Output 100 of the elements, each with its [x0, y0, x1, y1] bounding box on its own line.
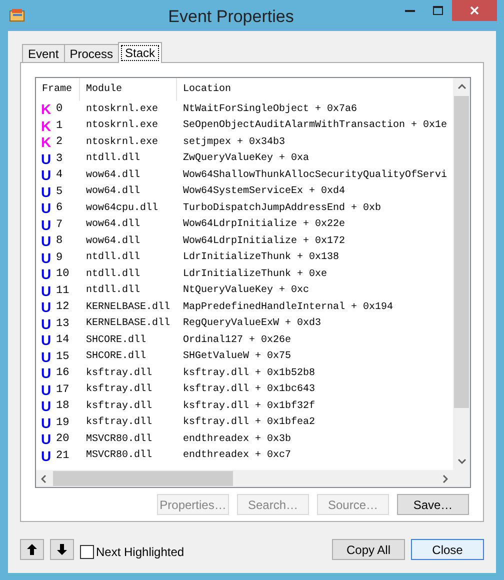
panel-button[interactable]: Save… — [397, 494, 469, 515]
module-cell: ntdll.dll — [86, 285, 140, 296]
frame-number: 9 — [56, 250, 63, 266]
location-cell: NtWaitForSingleObject + 0x7a6 — [183, 104, 358, 115]
location-cell: endthreadex + 0xc7 — [183, 450, 292, 462]
mode-letter: U — [41, 416, 52, 430]
mode-letter: K — [41, 102, 52, 116]
frame-number: 6 — [56, 201, 63, 216]
scroll-left-icon[interactable] — [41, 474, 46, 482]
scrollbar-thumb[interactable] — [53, 471, 233, 486]
frame-number: 16 — [56, 366, 70, 381]
close-button[interactable] — [452, 0, 497, 21]
location-cell: Wow64LdrpInitialize + 0x22e — [183, 219, 346, 230]
frame-number: 2 — [56, 135, 63, 150]
module-cell: SHCORE.dll — [86, 334, 146, 346]
location-cell: ksftray.dll + 0x1bf32f — [183, 400, 316, 412]
location-cell: Wow64ShallowThunkAllocSecurityQualityOfServi — [183, 170, 448, 181]
module-cell: SHCORE.dll — [86, 351, 146, 362]
module-cell: ksftray.dll — [86, 417, 152, 428]
mode-letter: U — [41, 168, 52, 182]
location-cell: SeOpenObjectAuditAlarmWithTransaction + 0x1e — [183, 120, 448, 132]
down-arrow-icon — [57, 544, 67, 555]
close-icon — [470, 6, 479, 15]
frame-number: 1 — [56, 118, 63, 134]
column-header[interactable]: Location — [177, 78, 453, 101]
frame-number: 4 — [56, 168, 63, 183]
checkbox[interactable] — [80, 545, 94, 559]
location-cell: RegQueryValueExW + 0xd3 — [183, 318, 322, 330]
module-cell: ntdll.dll — [86, 153, 140, 164]
minimize-icon — [405, 10, 415, 12]
frame-number: 11 — [56, 284, 70, 298]
column-header[interactable]: Module — [80, 78, 177, 101]
mode-letter: U — [41, 184, 52, 199]
location-cell: LdrInitializeThunk + 0x138 — [183, 252, 340, 264]
module-cell: ntdll.dll — [86, 252, 140, 264]
dialog-button[interactable]: Close — [411, 539, 484, 560]
scroll-down-icon[interactable] — [458, 459, 466, 464]
mode-letter: U — [41, 333, 52, 348]
mode-letter: U — [41, 448, 52, 463]
location-cell: Wow64SystemServiceEx + 0xd4 — [183, 186, 346, 198]
frame-number: 15 — [56, 350, 70, 364]
move-down-button[interactable] — [50, 539, 74, 560]
module-cell: ntoskrnl.exe — [86, 104, 158, 115]
dialog-button[interactable]: Copy All — [332, 539, 405, 560]
mode-letter: U — [41, 201, 52, 216]
mode-letter: U — [41, 382, 52, 397]
location-cell: ZwQueryValueKey + 0xa — [183, 153, 310, 164]
frame-number: 14 — [56, 333, 70, 348]
frame-number: 17 — [56, 382, 70, 398]
mode-letter: K — [41, 135, 52, 150]
horizontal-scrollbar[interactable] — [36, 470, 453, 487]
move-up-button[interactable] — [20, 539, 44, 560]
module-cell: ntoskrnl.exe — [86, 120, 158, 132]
location-cell: setjmpex + 0x34b3 — [183, 136, 286, 148]
location-cell: MapPredefinedHandleInternal + 0x194 — [183, 302, 394, 313]
frame-number: 13 — [56, 316, 70, 332]
mode-letter: U — [41, 218, 52, 232]
mode-letter: U — [41, 316, 52, 331]
up-arrow-icon — [27, 544, 37, 555]
tab[interactable]: Event — [22, 44, 65, 62]
module-cell: MSVCR80.dll — [86, 434, 152, 445]
location-cell: SHGetValueW + 0x75 — [183, 351, 292, 362]
tab[interactable]: Process — [64, 44, 120, 62]
module-cell: wow64.dll — [86, 170, 140, 181]
location-cell: TurboDispatchJumpAddressEnd + 0xb — [183, 202, 382, 214]
vertical-scrollbar[interactable] — [453, 78, 470, 470]
location-cell: Ordinal127 + 0x26e — [183, 334, 292, 346]
frame-number: 21 — [56, 448, 70, 464]
mode-letter: U — [41, 300, 52, 314]
column-header[interactable]: Frame — [36, 78, 80, 101]
frame-number: 5 — [56, 184, 63, 200]
mode-letter: U — [41, 366, 52, 380]
frame-number: 7 — [56, 218, 63, 232]
frame-number: 18 — [56, 399, 70, 414]
frame-number: 19 — [56, 416, 70, 430]
frame-number: 20 — [56, 432, 70, 447]
module-cell: ksftray.dll — [86, 384, 152, 396]
location-cell: Wow64LdrpInitialize + 0x172 — [183, 236, 346, 247]
module-cell: ksftray.dll — [86, 400, 152, 412]
frame-number: 3 — [56, 152, 63, 166]
scroll-up-icon[interactable] — [458, 84, 466, 89]
location-cell: LdrInitializeThunk + 0xe — [183, 268, 328, 280]
module-cell: wow64.dll — [86, 219, 140, 230]
mode-letter: K — [41, 118, 52, 133]
frame-number: 0 — [56, 102, 63, 117]
checkbox-label[interactable]: Next Highlighted — [96, 543, 184, 561]
scrollbar-thumb[interactable] — [454, 96, 469, 408]
frame-number: 12 — [56, 300, 70, 315]
tab[interactable]: Stack — [118, 42, 162, 63]
maximize-icon — [433, 6, 443, 15]
mode-letter: U — [41, 152, 52, 166]
mode-letter: U — [41, 432, 52, 446]
module-cell: KERNELBASE.dll — [86, 302, 170, 313]
module-cell: MSVCR80.dll — [86, 450, 152, 462]
mode-letter: U — [41, 267, 52, 282]
module-cell: ksftray.dll — [86, 368, 152, 379]
frame-number: 10 — [56, 267, 70, 282]
window-app-icon — [9, 8, 26, 23]
location-cell: ksftray.dll + 0x1bfea2 — [183, 417, 316, 428]
scroll-right-icon[interactable] — [443, 474, 448, 482]
